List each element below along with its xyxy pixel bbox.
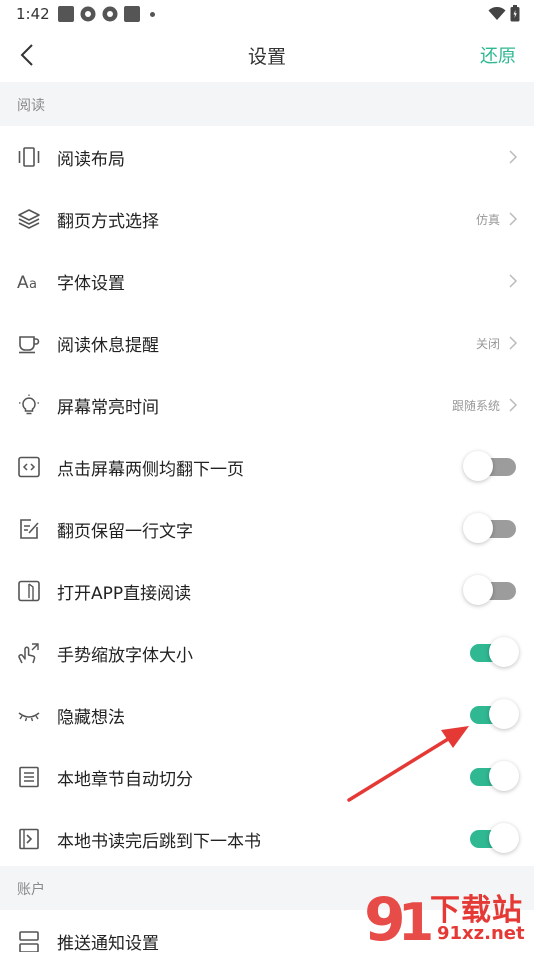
edit-doc-icon (20, 519, 39, 539)
setting-label: 翻页保留一行文字 (57, 522, 193, 542)
setting-value: 仿真 (475, 213, 500, 227)
svg-text:1: 1 (398, 893, 434, 950)
toggle-switch[interactable] (463, 513, 516, 543)
wifi-icon (488, 6, 506, 20)
battery-icon (510, 5, 520, 22)
notification-square-icon (124, 6, 140, 22)
chevron-right-icon (509, 398, 518, 412)
page-title: 设置 (247, 46, 286, 68)
setting-row-page-turn-mode[interactable]: 翻页方式选择 仿真 (0, 188, 534, 250)
notification-square-icon (58, 6, 74, 22)
toggle-switch[interactable] (463, 575, 516, 605)
layout-icon (18, 147, 40, 167)
setting-value: 关闭 (475, 337, 500, 351)
cup-icon (19, 336, 40, 354)
chevron-right-icon (509, 274, 518, 288)
setting-row-reading-layout[interactable]: 阅读布局 (0, 126, 534, 188)
code-icon (18, 456, 40, 478)
setting-row-keep-line: 翻页保留一行文字 (0, 498, 534, 560)
restore-button[interactable]: 还原 (480, 42, 516, 68)
setting-label: 推送通知设置 (57, 934, 159, 954)
section-label: 阅读 (17, 98, 45, 114)
setting-label: 阅读休息提醒 (57, 336, 159, 356)
setting-label: 本地章节自动切分 (57, 770, 193, 790)
notification-app-icon (102, 6, 118, 22)
layers-icon (18, 209, 40, 229)
setting-row-gesture-zoom: 手势缩放字体大小 (0, 622, 534, 684)
notification-icon (19, 931, 39, 952)
status-bar: 1:42 (0, 0, 534, 28)
annotation-arrow (347, 726, 469, 802)
setting-label: 隐藏想法 (57, 708, 125, 728)
setting-label: 阅读布局 (57, 150, 125, 170)
font-icon: Aa (17, 273, 37, 292)
notification-dot-icon (150, 11, 155, 17)
svg-text:A: A (17, 273, 29, 292)
toggle-switch[interactable] (466, 823, 519, 853)
setting-label: 本地书读完后跳到下一本书 (57, 832, 261, 852)
list-icon (19, 766, 39, 788)
setting-row-font[interactable]: Aa 字体设置 (0, 250, 534, 312)
status-right-icons (488, 5, 520, 22)
lightbulb-icon (19, 394, 39, 415)
svg-text:a: a (29, 277, 37, 292)
setting-label: 屏幕常亮时间 (57, 398, 159, 418)
toggle-switch[interactable] (463, 451, 516, 481)
toggle-switch[interactable] (466, 637, 519, 667)
chevron-right-icon (509, 212, 518, 226)
section-header-reading: 阅读 (0, 82, 534, 126)
setting-label: 翻页方式选择 (57, 212, 159, 232)
notification-app-icon (80, 6, 96, 22)
watermark-url: 91xz.net (437, 923, 525, 944)
setting-row-open-app-read: 打开APP直接阅读 (0, 560, 534, 622)
setting-row-screen-on-time[interactable]: 屏幕常亮时间 跟随系统 (0, 374, 534, 436)
chevron-right-icon (509, 336, 518, 350)
setting-value: 跟随系统 (451, 399, 500, 413)
section-label: 账户 (17, 882, 45, 898)
book-icon (18, 580, 40, 602)
setting-label: 打开APP直接阅读 (57, 584, 192, 604)
chevron-right-icon (509, 150, 518, 164)
setting-label: 点击屏幕两侧均翻下一页 (57, 460, 244, 480)
next-book-icon (19, 828, 39, 850)
gesture-icon (18, 643, 39, 664)
setting-row-next-book: 本地书读完后跳到下一本书 (0, 808, 534, 870)
status-time: 1:42 (16, 5, 50, 23)
status-notification-icons (58, 6, 155, 22)
setting-row-rest-reminder[interactable]: 阅读休息提醒 关闭 (0, 312, 534, 374)
eye-closed-icon (18, 712, 40, 722)
setting-label: 手势缩放字体大小 (57, 646, 193, 666)
setting-label: 字体设置 (57, 274, 125, 294)
setting-row-tap-both-sides: 点击屏幕两侧均翻下一页 (0, 436, 534, 498)
header-bar: 设置 还原 (0, 28, 534, 82)
